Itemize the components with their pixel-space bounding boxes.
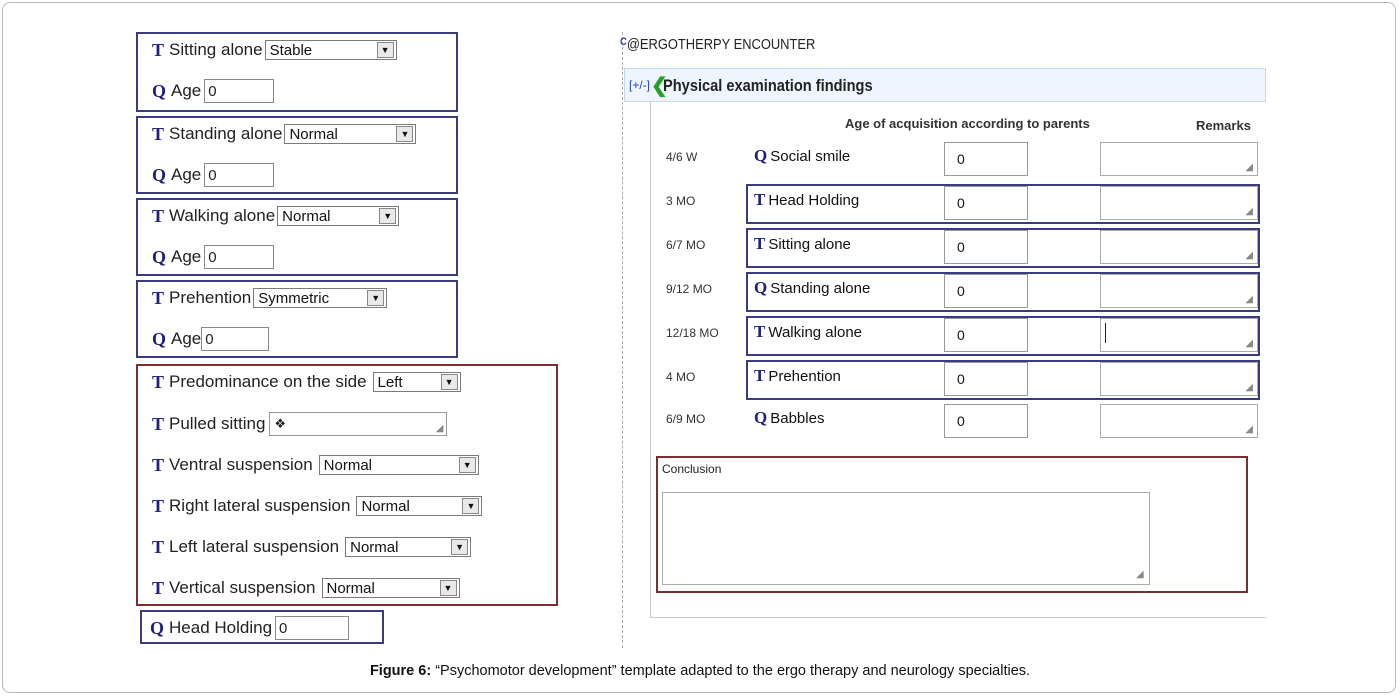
- form-row: T Ventral suspension Normal ▼: [152, 453, 479, 477]
- form-row: Q Age 0: [152, 79, 275, 103]
- resize-grip-icon[interactable]: ◢: [1245, 425, 1253, 435]
- encounter-title: C@ERGOTHERPY ENCOUNTER: [620, 36, 816, 53]
- age-input[interactable]: 0: [944, 274, 1028, 308]
- table-row: 4/6 W Q Social smile 0 ◢: [134, 140, 1266, 176]
- field-label: Age: [171, 81, 202, 100]
- remarks-textarea[interactable]: ◢: [1100, 318, 1258, 352]
- form-row: T Vertical suspension Normal ▼: [152, 576, 460, 600]
- milestone-label: T Sitting alone: [754, 234, 851, 253]
- table-row: 12/18 MO T Walking alone 0 ◢: [134, 316, 1266, 356]
- field-label: Left lateral suspension: [169, 537, 340, 556]
- field-label: Ventral suspension: [169, 455, 313, 474]
- right-lateral-suspension-select[interactable]: Normal ▼: [356, 496, 483, 516]
- table-row: 9/12 MO Q Standing alone 0 ◢: [134, 272, 1266, 312]
- age-range-label: 4 MO: [666, 370, 696, 384]
- template-marker: T: [152, 39, 165, 60]
- chevron-down-icon[interactable]: ▼: [376, 42, 394, 58]
- conclusion-textarea[interactable]: [662, 492, 1150, 585]
- question-marker: Q: [150, 617, 165, 638]
- form-row: T Right lateral suspension Normal ▼: [152, 494, 483, 518]
- ventral-suspension-select[interactable]: Normal ▼: [318, 455, 479, 475]
- vertical-suspension-select[interactable]: Normal ▼: [321, 578, 460, 598]
- section-header: [+/-] ❮ Physical examination findings: [624, 68, 1266, 102]
- chevron-down-icon[interactable]: ▼: [462, 498, 480, 514]
- head-holding-input[interactable]: 0: [275, 616, 350, 640]
- field-label: Head Holding: [169, 618, 273, 637]
- head-holding-group: Q Head Holding 0: [140, 610, 384, 644]
- screenshot: T Sitting alone Stable ▼ Q Age 0 T Standi…: [134, 32, 1266, 648]
- remarks-textarea[interactable]: ◢: [1100, 274, 1258, 308]
- milestone-label: T Prehention: [754, 366, 841, 385]
- age-range-label: 4/6 W: [666, 150, 698, 164]
- table-row: 3 MO T Head Holding 0 ◢: [134, 184, 1266, 224]
- remarks-textarea[interactable]: ◢: [1100, 142, 1258, 176]
- resize-grip-icon[interactable]: ◢: [1245, 251, 1253, 261]
- field-label: Vertical suspension: [169, 578, 316, 597]
- remarks-column-header: Remarks: [1196, 118, 1251, 133]
- resize-grip-icon[interactable]: ◢: [1136, 570, 1243, 590]
- template-marker: T: [152, 536, 165, 557]
- text-caret: [1105, 323, 1106, 343]
- field-label: Right lateral suspension: [169, 496, 351, 515]
- milestone-label: Q Babbles: [754, 408, 825, 427]
- chevron-down-icon[interactable]: ▼: [458, 457, 476, 473]
- table-row: 6/9 MO Q Babbles 0 ◢: [134, 402, 1266, 438]
- table-row: 4 MO T Prehention 0 ◢: [134, 360, 1266, 400]
- chevron-down-icon[interactable]: ▼: [451, 539, 469, 555]
- remarks-textarea[interactable]: ◢: [1100, 230, 1258, 264]
- milestone-label: Q Standing alone: [754, 278, 871, 297]
- age-input[interactable]: 0: [944, 230, 1028, 264]
- age-input[interactable]: 0: [944, 404, 1028, 438]
- milestone-label: T Walking alone: [754, 322, 863, 341]
- age-range-label: 6/7 MO: [666, 238, 706, 252]
- age-range-label: 9/12 MO: [666, 282, 713, 296]
- sitting-alone-group: T Sitting alone Stable ▼ Q Age 0: [136, 32, 458, 112]
- age-range-label: 12/18 MO: [666, 326, 719, 340]
- question-marker: Q: [152, 80, 167, 101]
- section-title: Physical examination findings: [663, 76, 873, 95]
- age-input[interactable]: 0: [944, 142, 1028, 176]
- form-row: T Left lateral suspension Normal ▼: [152, 535, 472, 559]
- template-marker: T: [152, 577, 165, 598]
- remarks-textarea[interactable]: ◢: [1100, 404, 1258, 438]
- form-row: Q Head Holding 0: [150, 616, 350, 640]
- chevron-down-icon[interactable]: ▼: [439, 580, 457, 596]
- sitting-alone-select[interactable]: Stable ▼: [264, 40, 397, 60]
- resize-grip-icon[interactable]: ◢: [1245, 163, 1253, 173]
- age-input[interactable]: 0: [944, 318, 1028, 352]
- milestone-label: Q Social smile: [754, 146, 851, 165]
- remarks-textarea[interactable]: ◢: [1100, 186, 1258, 220]
- resize-grip-icon[interactable]: ◢: [1245, 339, 1253, 349]
- template-marker: T: [152, 454, 165, 475]
- field-label: Sitting alone: [169, 40, 263, 59]
- left-lateral-suspension-select[interactable]: Normal ▼: [345, 537, 472, 557]
- figure-caption: Figure 6: “Psychomotor development” temp…: [0, 663, 1400, 679]
- caption-text: “Psychomotor development” template adapt…: [431, 663, 1031, 679]
- table-row: 6/7 MO T Sitting alone 0 ◢: [134, 228, 1266, 268]
- age-input[interactable]: 0: [944, 186, 1028, 220]
- resize-grip-icon[interactable]: ◢: [1245, 207, 1253, 217]
- caption-label: Figure 6:: [369, 663, 432, 679]
- age-column-header: Age of acquisition according to parents: [845, 116, 1090, 131]
- age-input[interactable]: 0: [944, 362, 1028, 396]
- encounter-marker: C: [620, 36, 627, 48]
- age-input[interactable]: 0: [204, 79, 275, 103]
- template-marker: T: [152, 495, 165, 516]
- resize-grip-icon[interactable]: ◢: [1245, 383, 1253, 393]
- age-range-label: 6/9 MO: [666, 412, 706, 426]
- remarks-textarea[interactable]: ◢: [1100, 362, 1258, 396]
- age-range-label: 3 MO: [666, 194, 696, 208]
- suspension-group: T Predominance on the side Left ▼ T Pulle…: [136, 364, 558, 606]
- conclusion-label: Conclusion: [662, 462, 722, 476]
- resize-grip-icon[interactable]: ◢: [1245, 295, 1253, 305]
- milestone-label: T Head Holding: [754, 190, 860, 209]
- form-row: T Sitting alone Stable ▼: [152, 38, 397, 62]
- conclusion-group: Conclusion ◢: [656, 456, 1248, 593]
- collapse-toggle[interactable]: [+/-]: [629, 78, 650, 92]
